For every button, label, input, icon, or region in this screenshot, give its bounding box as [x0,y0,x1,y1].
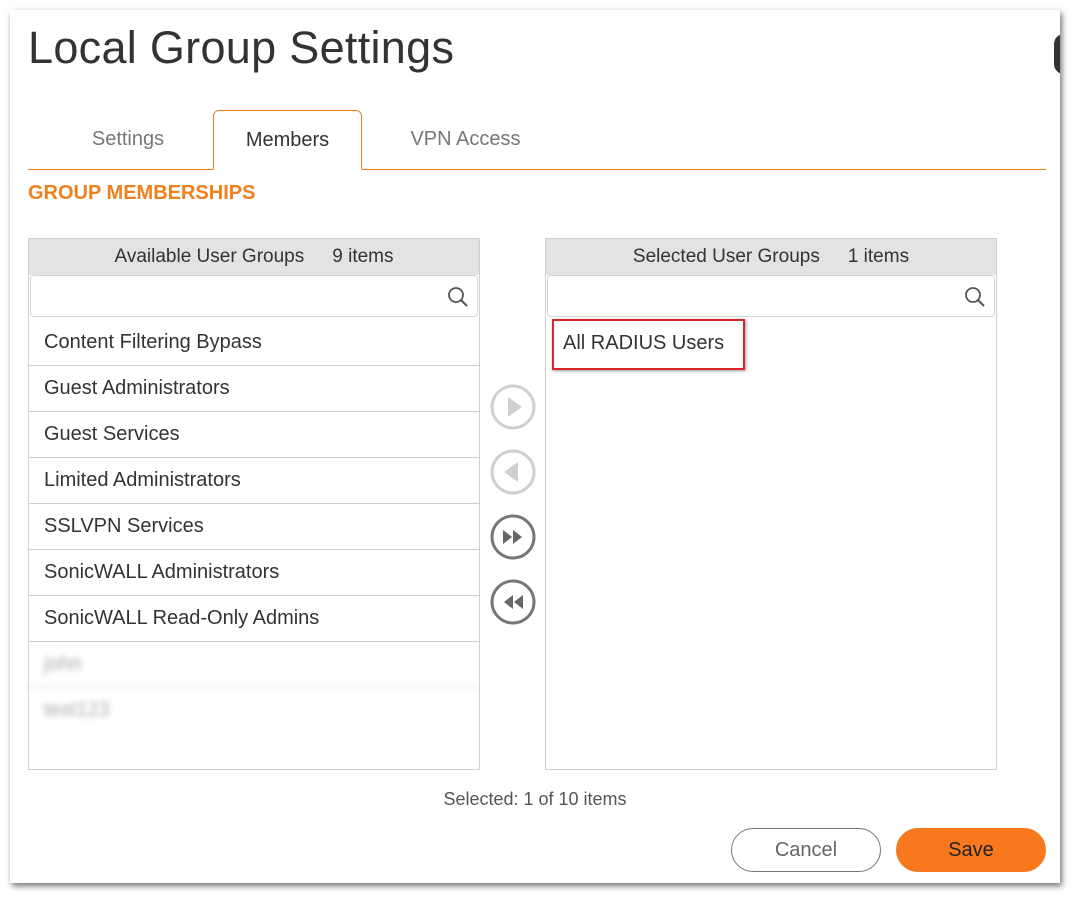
selected-groups-panel: Selected User Groups 1 items All RADIUS U… [545,238,997,770]
list-item[interactable]: Limited Administrators [29,458,479,504]
available-search-box [30,275,478,317]
tab-vpn-access[interactable]: VPN Access [398,110,533,169]
available-groups-list: Content Filtering Bypass Guest Administr… [29,320,479,734]
list-item[interactable]: SSLVPN Services [29,504,479,550]
search-icon[interactable] [447,286,469,308]
available-groups-count: 9 items [332,246,394,267]
save-button[interactable]: Save [896,828,1046,872]
available-groups-header: Available User Groups 9 items [29,239,479,275]
list-item[interactable]: test123 [29,688,479,734]
local-group-settings-dialog: Local Group Settings Settings Members VP… [10,10,1060,883]
search-icon[interactable] [964,286,986,308]
list-item[interactable]: SonicWALL Administrators [29,550,479,596]
list-item[interactable]: Guest Administrators [29,366,479,412]
move-all-left-button[interactable] [489,578,537,626]
selected-groups-count: 1 items [847,246,910,267]
move-all-right-button[interactable] [489,513,537,561]
move-right-button[interactable] [489,383,537,431]
selected-list-item[interactable]: All RADIUS Users [552,319,745,370]
available-groups-title: Available User Groups [114,246,305,267]
section-title: GROUP MEMBERSHIPS [28,182,256,204]
tab-members[interactable]: Members [213,110,362,170]
list-item[interactable]: Content Filtering Bypass [29,320,479,366]
available-groups-panel: Available User Groups 9 items Content Fil… [28,238,480,770]
selection-status: Selected: 1 of 10 items [443,789,627,809]
list-item[interactable]: john [29,642,479,688]
selected-groups-title: Selected User Groups [632,246,820,267]
selected-groups-header: Selected User Groups 1 items [546,239,996,275]
list-item[interactable]: Guest Services [29,412,479,458]
selected-search-box [547,275,995,317]
list-item[interactable]: SonicWALL Read-Only Admins [29,596,479,642]
move-left-button[interactable] [489,448,537,496]
available-search-input[interactable] [37,281,441,313]
close-icon[interactable] [1054,34,1060,74]
tab-settings[interactable]: Settings [68,110,188,169]
dialog-title: Local Group Settings [28,22,455,73]
cancel-button[interactable]: Cancel [731,828,881,872]
tab-bar: Settings Members VPN Access [28,110,1046,170]
selected-search-input[interactable] [554,281,958,313]
